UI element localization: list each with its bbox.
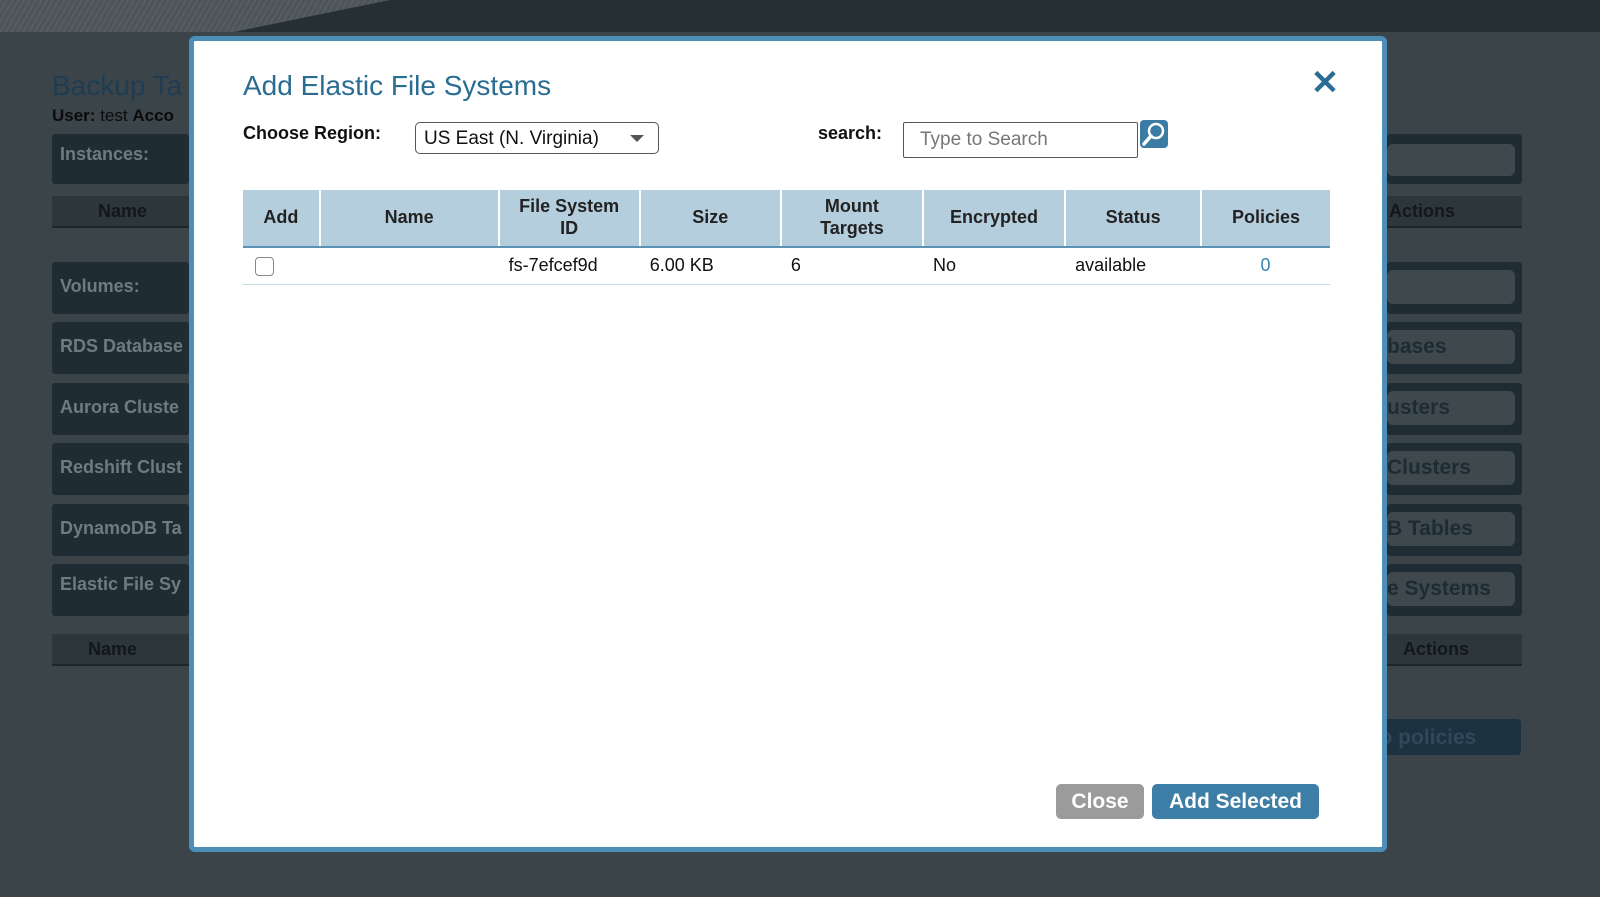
search-label: search:	[818, 123, 883, 143]
col-header-status: Status	[1065, 190, 1203, 248]
section-efs[interactable]: Elastic File Sy	[52, 564, 189, 616]
efs-table-header: Name	[52, 634, 189, 666]
instances-section[interactable]: Instances:	[52, 134, 189, 184]
instances-actions-header: Actions	[1387, 196, 1522, 228]
add-selected-button[interactable]: Add Selected	[1152, 784, 1319, 819]
col-header-add: Add	[243, 190, 321, 248]
efs-table: Add Name File System ID Size Mount Targe…	[243, 190, 1330, 285]
section-redshift[interactable]: Redshift Clust	[52, 443, 189, 495]
table-header-row: Add Name File System ID Size Mount Targe…	[243, 190, 1330, 248]
region-select-value: US East (N. Virginia)	[424, 128, 599, 149]
add-aurora-button[interactable]: usters	[1387, 391, 1515, 425]
page-title: Backup Ta	[52, 70, 183, 101]
magnifier-icon	[1142, 122, 1165, 146]
encrypted-cell: No	[922, 247, 1066, 285]
chevron-down-icon	[630, 135, 644, 142]
close-icon[interactable]: ✕	[1307, 65, 1343, 101]
table-row: fs-7efcef9d 6.00 KB 6 No available 0	[243, 247, 1330, 285]
instances-section-right	[1387, 134, 1522, 184]
col-header-file-system-id: File System ID	[498, 190, 641, 248]
section-aurora[interactable]: Aurora Cluste	[52, 383, 189, 435]
add-dynamodb-button[interactable]: B Tables	[1387, 512, 1515, 546]
col-header-name: Name	[319, 190, 500, 248]
user-line: User: test Acco	[52, 106, 174, 125]
add-redshift-button[interactable]: Clusters	[1387, 451, 1515, 485]
col-header-policies: Policies	[1201, 190, 1330, 248]
efs-actions-header: Actions	[1387, 634, 1522, 666]
region-label: Choose Region:	[243, 123, 381, 143]
add-checkbox[interactable]	[255, 257, 274, 276]
search-input[interactable]	[903, 122, 1138, 158]
status-cell: available	[1065, 247, 1202, 285]
section-volumes[interactable]: Volumes:	[52, 262, 189, 314]
search-button[interactable]	[1140, 120, 1168, 148]
modal-title: Add Elastic File Systems	[243, 70, 552, 101]
file-system-id-cell: fs-7efcef9d	[498, 247, 640, 285]
name-cell	[319, 247, 499, 285]
section-rds[interactable]: RDS Database	[52, 322, 189, 374]
region-select[interactable]: US East (N. Virginia)	[415, 122, 659, 154]
size-cell: 6.00 KB	[639, 247, 781, 285]
add-cell	[243, 247, 320, 285]
col-header-mount-targets: Mount Targets	[780, 190, 924, 248]
add-efs-button[interactable]: e Systems	[1387, 572, 1515, 606]
instances-table-header: Name	[52, 196, 189, 228]
mount-targets-cell: 6	[780, 247, 923, 285]
close-button[interactable]: Close	[1056, 784, 1144, 819]
add-rds-button[interactable]: bases	[1387, 330, 1515, 364]
col-header-size: Size	[639, 190, 782, 248]
col-header-encrypted: Encrypted	[922, 190, 1067, 248]
section-dynamodb[interactable]: DynamoDB Ta	[52, 504, 189, 556]
policies-count-link[interactable]: 0	[1201, 247, 1330, 285]
add-efs-modal: Add Elastic File Systems ✕ Choose Region…	[189, 36, 1387, 852]
